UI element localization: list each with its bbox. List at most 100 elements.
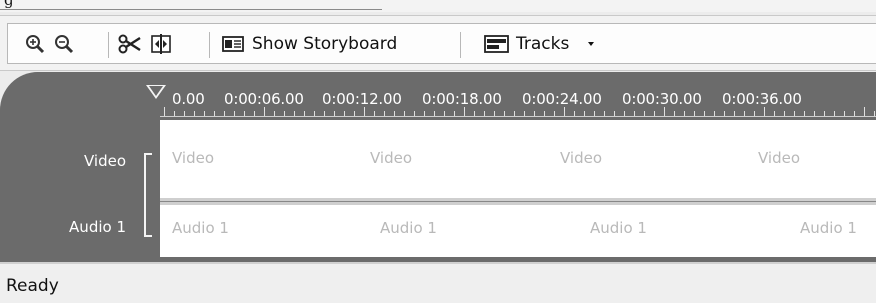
- timeline-toolbar: Show Storyboard Tracks: [0, 15, 876, 71]
- ruler-tick: [404, 111, 405, 116]
- ruler-tick: [704, 111, 705, 116]
- ruler-tick: [284, 111, 285, 116]
- ruler-tick: [184, 111, 185, 116]
- ruler-label: 0:00:36.00: [722, 90, 802, 108]
- track-group-bracket: [144, 153, 152, 237]
- status-text: Ready: [6, 276, 59, 296]
- ruler-tick: [774, 111, 775, 116]
- split-clip-button[interactable]: [118, 31, 142, 57]
- clip-label: Video: [172, 149, 215, 167]
- menu-bar-fragment: g: [0, 0, 876, 12]
- ruler-tick: [244, 111, 245, 116]
- status-bar: Ready: [0, 262, 876, 303]
- chevron-down-icon: [588, 42, 595, 46]
- ruler-tick: [804, 111, 805, 116]
- clip-label: Video: [370, 149, 413, 167]
- ruler-tick: [364, 107, 365, 116]
- show-storyboard-label: Show Storyboard: [252, 34, 398, 54]
- ruler-tick: [524, 111, 525, 116]
- show-storyboard-button[interactable]: Show Storyboard: [222, 31, 397, 57]
- ruler-tick: [454, 111, 455, 116]
- ruler-tick: [854, 111, 855, 116]
- clip-label: Video: [560, 149, 603, 167]
- ruler-tick: [664, 107, 665, 116]
- toolbar-separator: [460, 32, 461, 58]
- ruler-tick: [724, 111, 725, 116]
- ruler-tick: [344, 111, 345, 116]
- ruler-label: 0:00:24.00: [522, 90, 602, 108]
- ruler-tick: [224, 111, 225, 116]
- ruler-tick: [514, 111, 515, 116]
- toolbar-panel: Show Storyboard Tracks: [7, 23, 876, 64]
- clip-label: Audio 1: [172, 219, 229, 237]
- toolbar-separator: [108, 32, 109, 58]
- tracks-dropdown[interactable]: Tracks: [484, 31, 601, 57]
- ruler-tick: [674, 111, 675, 116]
- ruler-tick: [644, 111, 645, 116]
- ruler-tick: [794, 111, 795, 116]
- ruler-tick: [594, 111, 595, 116]
- ruler-tick: [464, 107, 465, 116]
- tracks-label: Tracks: [516, 34, 570, 54]
- ruler-label: 0:00:06.00: [224, 90, 304, 108]
- ruler-label: 0:00:18.00: [422, 90, 502, 108]
- ruler-tick: [814, 111, 815, 116]
- track-name-audio-1: Audio 1: [69, 218, 126, 236]
- split-frames-button[interactable]: [150, 31, 172, 57]
- ruler-tick: [614, 111, 615, 116]
- ruler-tick: [394, 111, 395, 116]
- menu-divider: [0, 9, 382, 10]
- ruler-label: 0:00:12.00: [322, 90, 402, 108]
- ruler-tick: [414, 111, 415, 116]
- toolbar-separator: [209, 32, 210, 58]
- ruler-tick: [584, 111, 585, 116]
- zoom-out-button[interactable]: [53, 31, 75, 57]
- ruler-tick: [254, 111, 255, 116]
- ruler-tick: [434, 111, 435, 116]
- audio-1-track[interactable]: Audio 1 Audio 1 Audio 1 Audio 1: [160, 205, 876, 257]
- ruler-tick: [754, 111, 755, 116]
- ruler-tick: [324, 111, 325, 116]
- ruler-tick: [374, 111, 375, 116]
- video-track[interactable]: Video Video Video Video: [160, 120, 876, 198]
- storyboard-icon: [222, 36, 244, 52]
- ruler-tick: [354, 111, 355, 116]
- ruler-tick: [474, 111, 475, 116]
- ruler-tick: [304, 111, 305, 116]
- playhead-marker-inner: [149, 86, 163, 96]
- ruler-tick: [744, 111, 745, 116]
- ruler-tick: [334, 111, 335, 116]
- ruler-tick: [714, 111, 715, 116]
- ruler-tick: [764, 107, 765, 116]
- ruler-tick: [554, 111, 555, 116]
- ruler-tick: [174, 111, 175, 116]
- ruler-tick: [654, 111, 655, 116]
- ruler-tick: [164, 107, 165, 116]
- clip-label: Video: [758, 149, 801, 167]
- split-frames-icon: [151, 34, 171, 54]
- ruler-tick: [574, 111, 575, 116]
- ruler-tick: [634, 111, 635, 116]
- ruler-tick: [834, 111, 835, 116]
- ruler-label: 0.00: [172, 90, 205, 108]
- ruler-tick: [874, 111, 875, 116]
- zoom-in-button[interactable]: [24, 31, 46, 57]
- track-name-video: Video: [83, 152, 126, 170]
- timeline-panel: 0.00 0:00:06.00 0:00:12.00 0:00:18.00 0:…: [0, 72, 876, 262]
- ruler-tick: [264, 107, 265, 116]
- ruler-tick: [864, 107, 865, 116]
- ruler-label: 0:00:30.00: [622, 90, 702, 108]
- ruler-tick: [544, 111, 545, 116]
- ruler-baseline: [160, 116, 876, 117]
- ruler-tick: [214, 111, 215, 116]
- ruler-tick: [844, 111, 845, 116]
- ruler-tick: [314, 111, 315, 116]
- scissors-icon: [118, 34, 141, 54]
- track-divider: [160, 198, 876, 205]
- zoom-out-icon: [55, 35, 74, 54]
- ruler-tick: [444, 111, 445, 116]
- ruler-tick: [734, 111, 735, 116]
- ruler-tick: [424, 111, 425, 116]
- ruler-tick: [534, 111, 535, 116]
- zoom-in-icon: [26, 35, 45, 54]
